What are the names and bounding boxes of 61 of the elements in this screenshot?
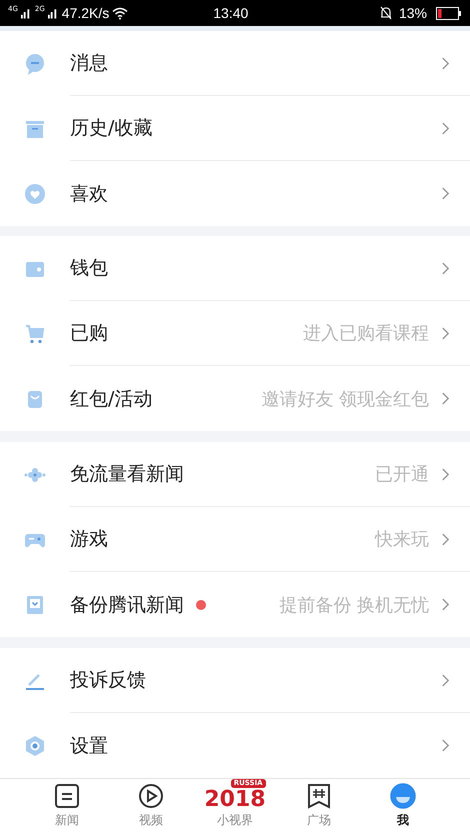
wifi-icon [112,6,128,20]
tab[interactable]: 新闻 [32,779,102,835]
chevron-right-icon [441,391,450,406]
battery-icon [436,6,462,20]
tab[interactable]: 广场 [284,779,354,835]
menu-label: 已购 [70,321,108,346]
menu-item[interactable]: 红包/活动 邀请好友 领现金红包 [0,366,470,431]
tab[interactable]: 视频 [116,779,186,835]
menu-item[interactable]: 设置 [0,713,470,778]
menu-item[interactable]: 喜欢 [0,161,470,226]
menu-label: 红包/活动 [70,386,152,412]
chevron-right-icon [441,260,450,276]
network-speed: 47.2K/s [62,5,110,22]
menu-label: 投诉反馈 [70,668,146,693]
chevron-right-icon [441,672,450,688]
menu-label: 喜欢 [70,182,108,206]
chevron-right-icon [441,120,450,136]
tab-label: 视频 [139,812,163,829]
clock: 13:40 [213,5,248,22]
chevron-right-icon [441,466,450,482]
menu-hint: 快来玩 [375,528,429,551]
news-icon [54,783,80,809]
menu-item[interactable]: 游戏 快来玩 [0,507,470,572]
chevron-right-icon [441,738,450,753]
profile-icon [390,783,416,809]
menu-label: 设置 [70,734,108,758]
menu-hint: 进入已购看课程 [303,322,429,345]
chevron-right-icon [441,186,450,201]
play-icon [138,783,164,809]
menu-label: 游戏 [70,527,108,552]
menu-item[interactable]: 消息 [0,31,470,96]
chevron-right-icon [441,326,450,340]
chevron-right-icon [441,56,450,70]
battery-percent: 13% [398,5,427,22]
menu-label: 免流量看新闻 [70,462,184,487]
menu-hint: 提前备份 换机无忧 [279,594,429,616]
menu-item[interactable]: 投诉反馈 [0,648,470,713]
signal-icon [48,7,59,20]
menu-label: 历史/收藏 [70,116,152,141]
menu-item[interactable]: 钱包 [0,236,470,301]
menu-item[interactable]: 已购 进入已购看课程 [0,301,470,366]
hashtag-icon [306,783,332,809]
chevron-right-icon [441,597,450,612]
menu-hint: 已开通 [375,463,429,486]
settings-icon [23,734,47,758]
menu-hint: 邀请好友 领现金红包 [261,388,429,410]
menu-item[interactable]: 历史/收藏 [0,96,470,161]
menu-item[interactable]: 备份腾讯新闻 提前备份 换机无忧 [0,572,470,637]
message-bubble-icon [23,52,47,76]
menu-label: 备份腾讯新闻 [70,592,184,618]
tab-label: 我 [397,812,409,829]
signal-icon [20,7,32,20]
muted-bell-icon [378,6,393,20]
chevron-right-icon [441,532,450,546]
tab-label: 小视界 [217,812,253,829]
menu-label: 消息 [70,51,108,76]
tab-label: 广场 [307,812,331,829]
tab-label: 新闻 [55,812,79,829]
tab[interactable]: 我 [368,779,438,835]
menu-label: 钱包 [70,256,108,281]
menu-item[interactable]: 免流量看新闻 已开通 [0,442,470,507]
